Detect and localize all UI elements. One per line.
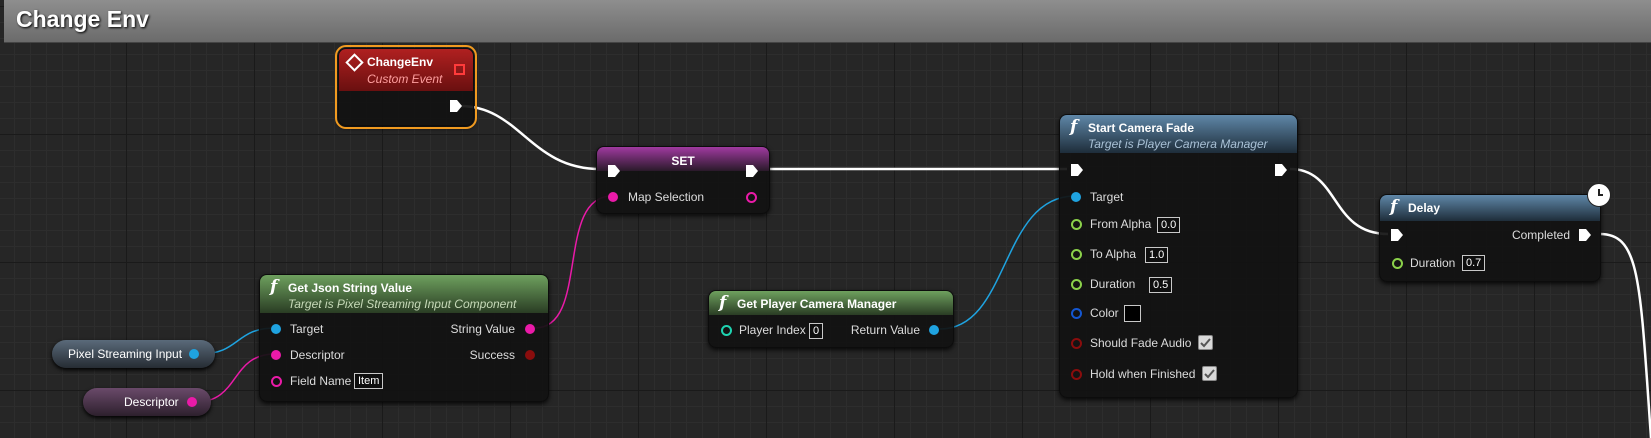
- descriptor-label: Descriptor: [124, 395, 179, 409]
- function-icon: f: [719, 293, 727, 313]
- hold-when-finished-checkbox[interactable]: [1202, 366, 1217, 381]
- delay-completed-exec-out[interactable]: [1578, 228, 1592, 242]
- object-wire-camera-manager: [939, 195, 1076, 330]
- to-alpha-label: To Alpha: [1090, 247, 1137, 261]
- set-map-selection-label: Map Selection: [628, 190, 705, 204]
- get-json-target-pin[interactable]: [271, 324, 281, 334]
- should-fade-audio-checkbox[interactable]: [1198, 335, 1213, 350]
- get-json-header: f Get Json String Value Target is Pixel …: [260, 275, 548, 313]
- fade-target-label: Target: [1090, 190, 1124, 204]
- set-title: SET: [671, 154, 695, 168]
- hold-when-finished-label: Hold when Finished: [1090, 367, 1196, 381]
- get-json-subtitle: Target is Pixel Streaming Input Componen…: [288, 297, 517, 311]
- color-pin[interactable]: [1071, 308, 1082, 319]
- return-value-pin[interactable]: [929, 325, 939, 335]
- start-camera-fade-node[interactable]: f Start Camera Fade Target is Player Cam…: [1059, 114, 1298, 398]
- start-camera-fade-exec-out[interactable]: [1274, 163, 1288, 177]
- pixel-streaming-input-label: Pixel Streaming Input: [68, 347, 183, 361]
- get-json-success-label: Success: [469, 348, 515, 362]
- delay-header: f Delay: [1380, 195, 1600, 221]
- hold-when-finished-pin[interactable]: [1071, 369, 1082, 380]
- get-json-title: Get Json String Value: [288, 281, 413, 295]
- from-alpha-input[interactable]: 0.0: [1157, 217, 1181, 233]
- from-alpha-pin[interactable]: [1071, 219, 1082, 230]
- delay-node[interactable]: f Delay Completed Duration 0.7: [1379, 183, 1611, 282]
- start-camera-fade-subtitle: Target is Player Camera Manager: [1088, 137, 1268, 151]
- change-env-event-node[interactable]: ChangeEnv Custom Event: [335, 45, 477, 129]
- function-icon: f: [1390, 197, 1398, 217]
- exec-wire-event-to-set: [459, 104, 601, 171]
- from-alpha-label: From Alpha: [1090, 217, 1152, 231]
- should-fade-audio-label: Should Fade Audio: [1090, 336, 1192, 350]
- get-json-descriptor-label: Descriptor: [290, 348, 345, 362]
- set-exec-out[interactable]: [745, 164, 759, 178]
- delegate-pin[interactable]: [454, 64, 465, 75]
- get-json-string-value-node[interactable]: f Get Json String Value Target is Pixel …: [259, 274, 549, 402]
- set-map-selection-out-pin[interactable]: [746, 192, 757, 203]
- get-json-field-name-pin[interactable]: [271, 376, 282, 387]
- fade-target-pin[interactable]: [1071, 192, 1081, 202]
- function-icon: f: [270, 277, 278, 297]
- duration-pin[interactable]: [1071, 279, 1082, 290]
- return-value-label: Return Value: [850, 323, 920, 337]
- event-diamond-icon: [345, 53, 364, 72]
- get-json-string-value-label: String Value: [450, 322, 515, 336]
- color-swatch[interactable]: [1124, 305, 1141, 322]
- player-index-label: Player Index: [739, 323, 806, 337]
- checkbox-icon: [1204, 369, 1215, 379]
- duration-label: Duration: [1090, 277, 1136, 291]
- set-map-selection-in-pin[interactable]: [608, 192, 618, 202]
- to-alpha-pin[interactable]: [1071, 249, 1082, 260]
- delay-duration-input[interactable]: 0.7: [1462, 255, 1486, 271]
- function-icon: f: [1070, 117, 1078, 137]
- get-json-descriptor-pin[interactable]: [271, 350, 281, 360]
- get-json-success-pin[interactable]: [525, 350, 535, 360]
- get-json-field-name-label: Field Name: [290, 374, 352, 388]
- delay-duration-label: Duration: [1410, 256, 1456, 270]
- get-json-field-name-input[interactable]: Item: [354, 373, 384, 389]
- delay-exec-in[interactable]: [1390, 228, 1404, 242]
- delay-completed-label: Completed: [1511, 228, 1570, 242]
- clock-icon: [1587, 183, 1611, 207]
- pixel-streaming-input-variable[interactable]: Pixel Streaming Input: [52, 340, 215, 368]
- change-env-exec-out[interactable]: [449, 99, 463, 113]
- to-alpha-input[interactable]: 1.0: [1145, 247, 1169, 263]
- start-camera-fade-exec-in[interactable]: [1070, 163, 1084, 177]
- change-env-subtitle: Custom Event: [367, 72, 443, 86]
- exec-wire-fade-to-delay: [1289, 167, 1389, 236]
- player-index-pin[interactable]: [721, 325, 732, 336]
- descriptor-out-pin[interactable]: [187, 397, 197, 407]
- get-camera-manager-header: f Get Player Camera Manager: [709, 291, 953, 315]
- change-env-header: ChangeEnv Custom Event: [339, 49, 473, 91]
- should-fade-audio-pin[interactable]: [1071, 338, 1082, 349]
- delay-title: Delay: [1408, 201, 1441, 215]
- color-label: Color: [1090, 306, 1119, 320]
- get-json-string-value-pin[interactable]: [525, 324, 535, 334]
- player-index-input[interactable]: 0: [809, 323, 824, 339]
- exec-wire-delay-completed: [1599, 232, 1651, 438]
- set-node[interactable]: SET Map Selection: [596, 146, 770, 214]
- get-json-target-label: Target: [290, 322, 324, 336]
- checkbox-icon: [1200, 338, 1211, 348]
- duration-input[interactable]: 0.5: [1149, 277, 1173, 293]
- get-camera-manager-title: Get Player Camera Manager: [737, 297, 897, 311]
- set-header: SET: [597, 147, 769, 171]
- set-exec-in[interactable]: [607, 164, 621, 178]
- change-env-title: ChangeEnv: [367, 55, 434, 69]
- start-camera-fade-header: f Start Camera Fade Target is Player Cam…: [1060, 115, 1297, 153]
- start-camera-fade-title: Start Camera Fade: [1088, 121, 1195, 135]
- descriptor-variable[interactable]: Descriptor: [83, 388, 211, 416]
- pixel-streaming-input-out-pin[interactable]: [189, 349, 199, 359]
- delay-duration-pin[interactable]: [1392, 258, 1403, 269]
- get-player-camera-manager-node[interactable]: f Get Player Camera Manager Player Index…: [708, 290, 954, 348]
